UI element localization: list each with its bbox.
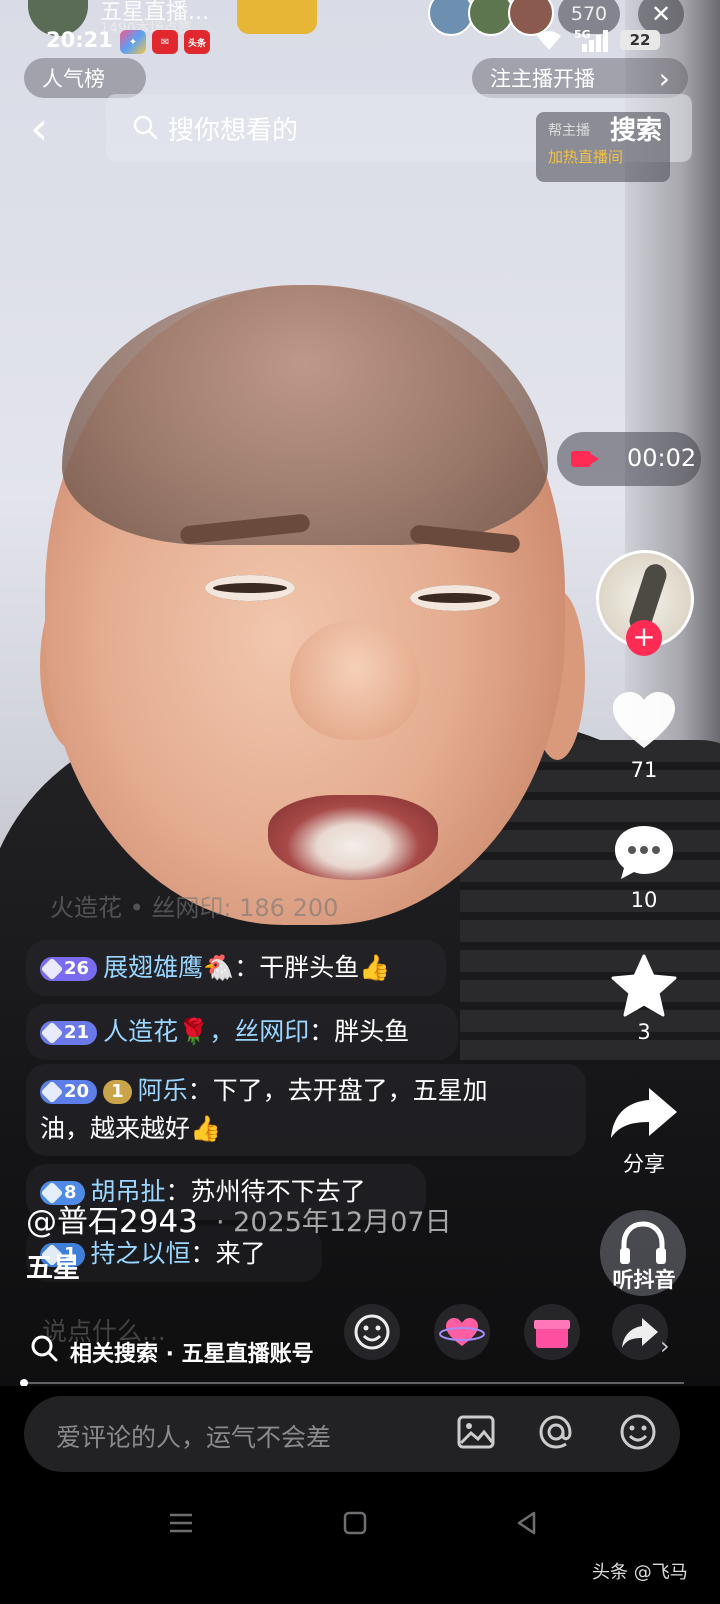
popularity-rank-label: 人气榜	[42, 67, 105, 91]
user-level-badge: 26	[40, 957, 98, 981]
fan-badge-number: 1	[111, 1081, 124, 1102]
share-arrow-icon	[611, 1088, 677, 1138]
comment-bubble-icon	[615, 826, 673, 879]
share-label: 分享	[623, 1152, 665, 1176]
comment-colon: ：	[234, 953, 260, 982]
home-nav-icon[interactable]	[342, 1510, 368, 1536]
related-search-text: 相关搜索 · 五星直播账号	[70, 1342, 314, 1367]
comment-input[interactable]: 爱评论的人，运气不会差	[24, 1396, 680, 1472]
close-live-button[interactable]: ✕	[638, 0, 684, 34]
comment-text: 干胖头鱼👍	[259, 953, 391, 982]
level-number: 26	[64, 958, 90, 979]
comment-username[interactable]: 人造花🌹，丝网印	[103, 1017, 309, 1046]
mention-icon[interactable]	[536, 1412, 576, 1452]
related-search-bar[interactable]: 相关搜索 · 五星直播账号 ›	[0, 1316, 720, 1382]
live-comment[interactable]: 26 展翅雄鹰🐔：干胖头鱼👍	[26, 940, 446, 996]
level-number: 20	[64, 1081, 90, 1102]
fan-club-badge: 1	[103, 1080, 132, 1104]
comment-button[interactable]	[604, 822, 684, 882]
comment-username[interactable]: 持之以恒	[91, 1239, 191, 1268]
viewer-avatars[interactable]	[428, 0, 554, 36]
popularity-rank-pill[interactable]: 人气榜	[24, 58, 146, 98]
star-icon	[611, 954, 677, 1017]
comment-placeholder: 爱评论的人，运气不会差	[56, 1423, 332, 1452]
chevron-right-icon: ›	[658, 61, 670, 95]
search-icon	[31, 1335, 58, 1362]
search-icon	[133, 115, 158, 140]
mouth	[268, 795, 438, 880]
comment-count: 10	[630, 888, 658, 912]
video-caption[interactable]: 五星	[26, 1246, 80, 1285]
faded-comment: 火造花 • 丝网印: 186 200	[50, 894, 339, 922]
search-button[interactable]: 搜索	[610, 110, 662, 147]
pinwheel-app-icon: ✦	[120, 30, 146, 54]
video-progress-bar[interactable]	[20, 1379, 684, 1387]
like-count: 71	[630, 758, 658, 782]
menu-nav-icon[interactable]	[168, 1510, 194, 1536]
eye-right	[410, 585, 500, 611]
battery-indicator: 22	[620, 30, 660, 50]
emoji-icon[interactable]	[618, 1412, 658, 1452]
viewer-avatar	[468, 0, 514, 36]
nose	[290, 620, 420, 740]
back-icon[interactable]: ‹	[30, 100, 70, 156]
comment-colon: ：	[190, 1239, 216, 1268]
like-button[interactable]	[604, 690, 684, 750]
promo-line2: 加热直播间	[548, 148, 624, 166]
follow-notify-pill[interactable]: 注主播开播 ›	[472, 58, 688, 98]
clock: 20:21	[46, 28, 113, 52]
favorite-count: 3	[637, 1020, 651, 1044]
follow-plus-button[interactable]: +	[626, 620, 662, 656]
timer-text: 00:02	[627, 444, 697, 472]
comment-username[interactable]: 阿乐	[138, 1076, 188, 1105]
user-level-badge: 20	[40, 1080, 98, 1104]
live-comment[interactable]: 20 1 阿乐：下了，去开盘了，五星加油，越来越好👍	[26, 1064, 586, 1156]
image-icon[interactable]	[456, 1412, 496, 1452]
live-comment[interactable]: 21 人造花🌹，丝网印：胖头鱼	[26, 1004, 458, 1060]
user-level-badge: 21	[40, 1021, 98, 1045]
comment-username[interactable]: 展翅雄鹰🐔	[103, 953, 234, 982]
wifi-icon	[534, 28, 564, 58]
publish-date: · 2025年12月07日	[216, 1207, 452, 1238]
signal-icon	[580, 30, 610, 56]
comment-text: 下了，去开盘了，五星加	[212, 1076, 488, 1105]
listen-label: 听抖音	[612, 1268, 676, 1292]
streamer-hair	[62, 285, 548, 545]
recording-timer: 00:02	[557, 432, 701, 486]
chevron-right-icon: ›	[660, 1332, 670, 1360]
toutiao-app-icon: 头条	[184, 30, 210, 54]
red-envelope-icon: ✉	[152, 30, 178, 54]
comment-text: 胖头鱼	[334, 1017, 410, 1046]
gift-rank-button[interactable]	[237, 0, 317, 34]
source-watermark: 头条 @飞马	[592, 1562, 688, 1583]
comment-text: 来了	[215, 1239, 266, 1268]
eye-left	[205, 575, 295, 601]
level-number: 21	[64, 1022, 90, 1043]
promo-line1: 帮主播	[548, 123, 590, 139]
comment-text-continued: 油，越来越好👍	[40, 1114, 222, 1143]
follow-notify-label: 注主播开播	[490, 67, 595, 91]
back-nav-icon[interactable]	[514, 1510, 540, 1536]
video-camera-icon	[571, 451, 599, 467]
comment-colon: ：	[187, 1076, 213, 1105]
search-placeholder: 搜你想看的	[168, 116, 299, 146]
share-button[interactable]	[604, 1086, 684, 1142]
author-handle[interactable]: @普石2943	[26, 1196, 198, 1241]
comment-colon: ：	[309, 1017, 335, 1046]
favorite-button[interactable]	[604, 954, 684, 1018]
heart-icon	[613, 692, 675, 748]
viewer-avatar	[428, 0, 474, 36]
